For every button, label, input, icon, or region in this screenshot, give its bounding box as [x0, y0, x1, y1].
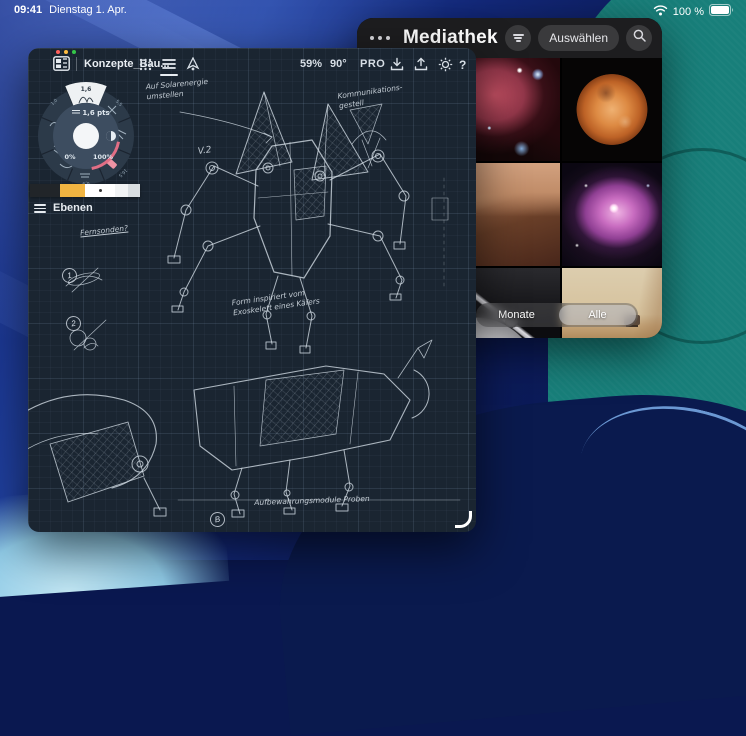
active-tool-size: 1,6: [81, 86, 92, 93]
segment-alle[interactable]: Alle: [559, 305, 636, 325]
filter-button[interactable]: [505, 25, 531, 51]
view-segmented-control: Monate Alle: [476, 303, 638, 327]
concepts-window: Auf Solarenergie umstellen Kommunikation…: [28, 48, 476, 532]
battery-icon: [709, 4, 734, 19]
zoom-level[interactable]: 59%: [300, 58, 322, 70]
opacity-min: 0%: [64, 153, 76, 161]
layers-button[interactable]: Ebenen: [34, 202, 93, 215]
stroke-width-value: 1,6 pts: [82, 109, 109, 117]
toolbar-divider: [76, 57, 77, 71]
color-swatch-light[interactable]: [115, 184, 128, 197]
pro-badge[interactable]: PRO: [360, 58, 385, 70]
import-button[interactable]: [388, 55, 406, 73]
color-swatch-amber[interactable]: [60, 184, 85, 197]
opacity-max: 100%: [93, 153, 114, 161]
search-icon: [633, 29, 646, 47]
tool-panel-button[interactable]: [160, 55, 178, 73]
clock: 09:41: [14, 4, 42, 16]
color-swatch-white-selected[interactable]: [85, 184, 115, 197]
vector-nib-button[interactable]: [184, 55, 202, 73]
window-controls-dots[interactable]: [56, 50, 76, 54]
help-button[interactable]: ?: [459, 58, 466, 72]
wifi-icon: [653, 5, 668, 19]
date: Dienstag 1. Apr.: [49, 4, 127, 16]
precision-grid-button[interactable]: [136, 55, 154, 73]
color-swatch-gray[interactable]: [128, 184, 140, 197]
filter-icon: [513, 32, 524, 43]
annotation-version: V.2: [197, 145, 212, 158]
page-title: Mediathek: [403, 27, 498, 49]
rotation-value[interactable]: 90°: [330, 58, 347, 70]
concepts-toolbar: Konzepte_Bau... 59% 90° PRO: [28, 48, 476, 78]
layers-label: Ebenen: [53, 202, 93, 214]
layers-icon: [34, 202, 46, 215]
window-controls[interactable]: [370, 36, 390, 40]
search-button[interactable]: [626, 25, 652, 51]
battery-percent: 100 %: [673, 6, 704, 18]
color-palette: [30, 184, 140, 197]
segment-monate[interactable]: Monate: [478, 305, 555, 325]
tool-wheel[interactable]: 1,6 1,0 5,5 16,5 6,9 1,6 pts 0% 100%: [30, 80, 142, 192]
project-icon[interactable]: [53, 56, 70, 74]
export-button[interactable]: [412, 55, 430, 73]
gear-icon[interactable]: [436, 55, 454, 73]
document-title[interactable]: Konzepte_Bau...: [84, 58, 170, 70]
photo-mars[interactable]: [562, 58, 662, 161]
select-button[interactable]: Auswählen: [538, 25, 619, 51]
active-tab-indicator: [160, 74, 178, 76]
photo-orion-nebula[interactable]: [562, 163, 662, 266]
color-swatch-black[interactable]: [30, 184, 60, 197]
status-bar: 09:41 Dienstag 1. Apr. 100 %: [0, 0, 746, 20]
